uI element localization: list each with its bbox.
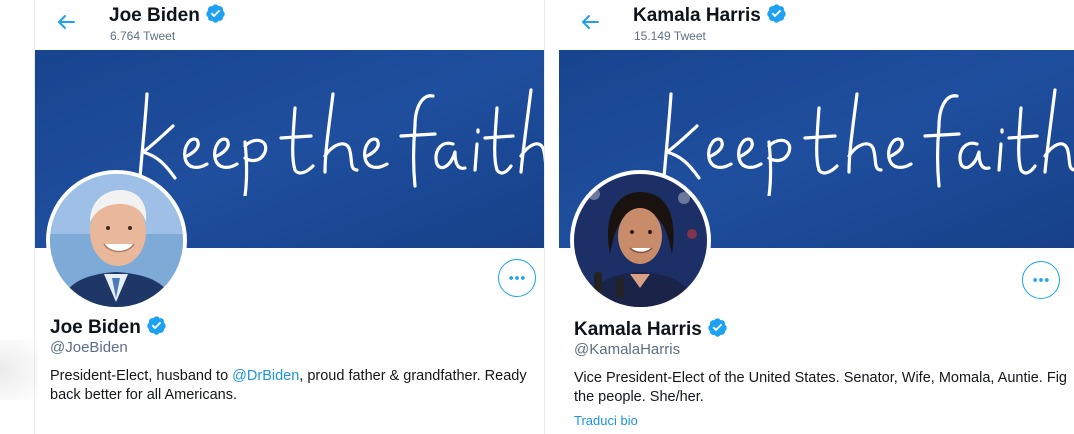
profile-bio: President-Elect, husband to @DrBiden, pr… [50,367,527,405]
back-arrow-icon[interactable] [578,10,602,34]
profile-handle: @JoeBiden [50,339,128,356]
more-options-button[interactable] [1022,261,1060,299]
shadow-edge [0,340,38,400]
avatar[interactable] [46,170,187,311]
verified-icon [205,3,226,30]
verified-icon [766,3,787,30]
profile-name: Joe Biden [50,315,167,342]
header-title: Kamala Harris [633,3,787,30]
more-options-icon [507,268,527,288]
header-name: Joe Biden [109,5,200,26]
bio-line-1: President-Elect, husband to @DrBiden, pr… [50,367,527,386]
bio-text: President-Elect, husband to [50,368,233,384]
back-arrow-icon[interactable] [54,10,78,34]
bio-line-2: back better for all Americans. [50,387,237,403]
bio-line-2: the people. She/her. [574,389,704,405]
profile-handle: @KamalaHarris [574,341,681,358]
more-options-button[interactable] [498,259,536,297]
avatar[interactable] [570,170,711,311]
profile-panel-biden: Joe Biden 6.764 Tweet Joe Biden @JoeBide… [0,0,557,434]
column-divider [544,0,545,434]
bio-text: , proud father & grandfather. Ready [299,368,527,384]
profile-name: Kamala Harris [574,317,728,344]
profile-display-name: Joe Biden [50,317,141,338]
verified-icon [707,317,728,344]
tweet-count: 6.764 Tweet [110,29,176,43]
avatar-photo [50,174,183,307]
profile-panel-harris: Kamala Harris 15.149 Tweet Kamala Harris… [558,0,1074,434]
translate-bio-link[interactable]: Traduci bio [574,413,638,428]
header-title: Joe Biden [109,3,226,30]
header-name: Kamala Harris [633,5,761,26]
mention-link[interactable]: @DrBiden [232,368,299,384]
verified-icon [146,315,167,342]
profile-display-name: Kamala Harris [574,319,702,340]
avatar-photo [574,174,707,307]
bio-line-1: Vice President-Elect of the United State… [574,370,1067,386]
tweet-count: 15.149 Tweet [634,29,706,43]
more-options-icon [1031,270,1051,290]
profile-bio: Vice President-Elect of the United State… [574,369,1067,407]
